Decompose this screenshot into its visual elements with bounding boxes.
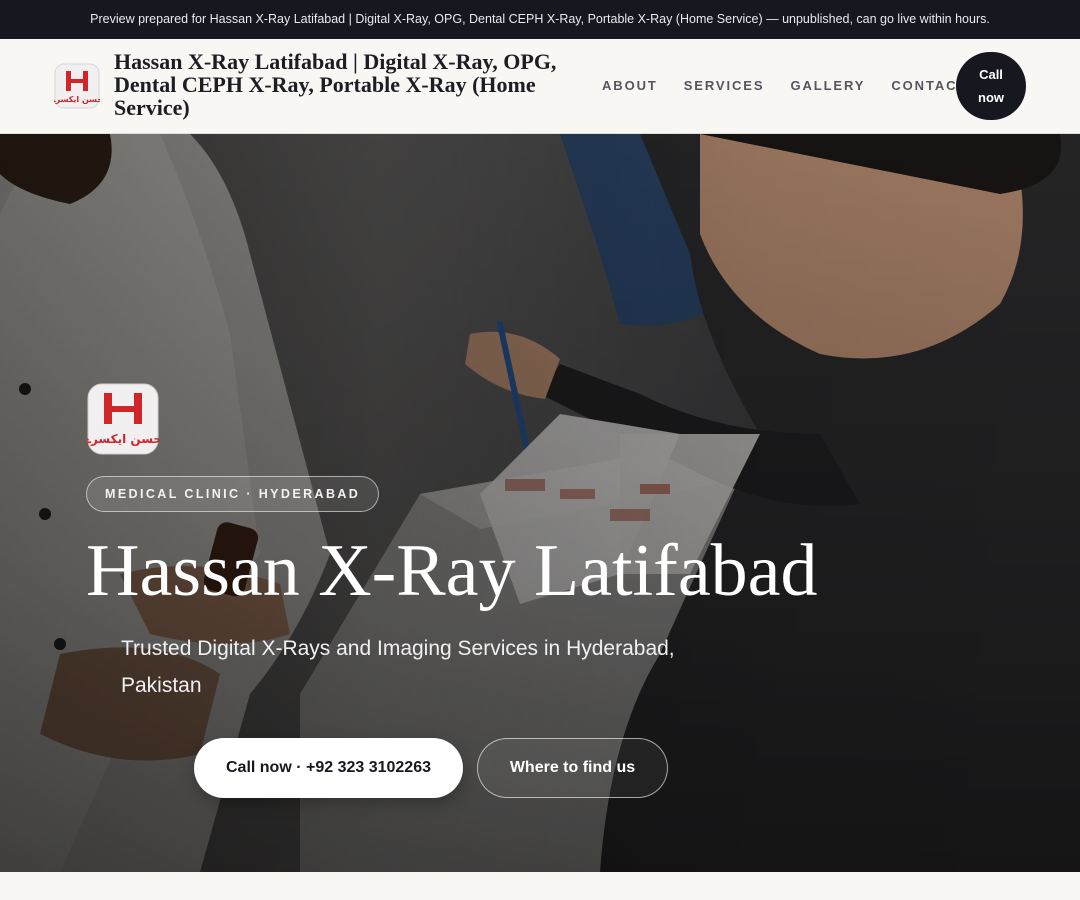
call-now-button[interactable]: Call now · +92 323 3102263 (194, 738, 463, 798)
clinic-category-badge: MEDICAL CLINIC · HYDERABAD (86, 476, 380, 512)
site-header: حسن ایکسرے Hassan X-Ray Latifabad | Digi… (0, 39, 1080, 134)
header-call-label: Call now (978, 67, 1004, 105)
nav-gallery-link[interactable]: Gallery (790, 77, 865, 95)
svg-text:حسن ایکسرے: حسن ایکسرے (87, 432, 159, 446)
nav-services-link[interactable]: Services (684, 77, 765, 95)
site-title[interactable]: Hassan X-Ray Latifabad | Digital X-Ray, … (114, 50, 584, 119)
hero-title: Hassan X-Ray Latifabad (86, 530, 818, 612)
svg-text:حسن ایکسرے: حسن ایکسرے (54, 95, 100, 104)
nav-about-link[interactable]: About (602, 77, 658, 95)
where-to-find-us-button[interactable]: Where to find us (477, 738, 668, 798)
hassan-xray-hero-logo-icon: حسن ایکسرے (87, 383, 159, 455)
main-nav: About Services Gallery Contact (602, 77, 967, 95)
header-call-button[interactable]: Call now (956, 52, 1026, 120)
preview-banner-text: Preview prepared for Hassan X-Ray Latifa… (90, 12, 990, 26)
hero-subtitle: Trusted Digital X-Rays and Imaging Servi… (121, 637, 675, 697)
hero-section: حسن ایکسرے MEDICAL CLINIC · HYDERABAD Ha… (0, 134, 1080, 872)
preview-banner: Preview prepared for Hassan X-Ray Latifa… (0, 0, 1080, 39)
next-section-top (0, 872, 1080, 900)
hassan-xray-logo-icon[interactable]: حسن ایکسرے (54, 63, 100, 109)
